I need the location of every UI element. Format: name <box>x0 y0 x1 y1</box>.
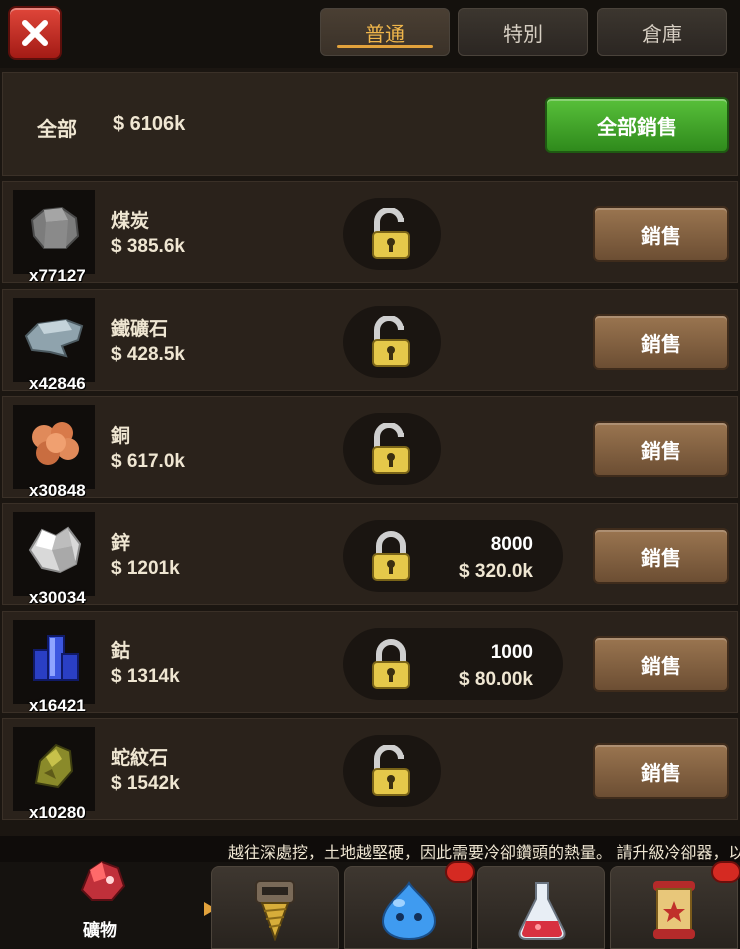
item-row-iron-ore: x42846 鐵礦石 $ 428.5k 銷售 <box>2 289 738 393</box>
drill-icon <box>255 880 295 941</box>
item-count: x16421 <box>29 696 86 715</box>
top-bar: 普通 特別 倉庫 <box>0 0 740 68</box>
iron-ore-icon <box>24 318 84 358</box>
item-row-cobalt: x16421 鈷 $ 1314k 1000 $ 80.00k 銷售 <box>2 611 738 715</box>
tab-normal-label: 普通 <box>365 23 405 46</box>
item-count: x30848 <box>29 481 86 500</box>
sell-button[interactable]: 銷售 <box>593 743 729 799</box>
item-count: x77127 <box>29 266 86 285</box>
notification-badge <box>445 861 475 883</box>
sell-button[interactable]: 銷售 <box>593 636 729 692</box>
close-button[interactable] <box>8 6 62 60</box>
nav-tab-minerals[interactable]: 礦物 <box>0 860 216 949</box>
unlocked-padlock-icon <box>372 745 410 796</box>
item-icon-box: x30848 <box>13 405 95 500</box>
item-row-coal: x77127 煤炭 $ 385.6k 銷售 <box>2 181 738 285</box>
sell-all-button[interactable]: 全部銷售 <box>545 97 729 153</box>
item-count: x10280 <box>29 803 86 822</box>
unlocked-padlock-icon <box>372 423 410 474</box>
minerals-icon <box>80 860 126 901</box>
lock-toggle[interactable] <box>343 735 441 807</box>
nav-tab-slime[interactable] <box>344 861 475 949</box>
ticker-text: 越往深處挖，土地越堅硬，因此需要冷卻鑽頭的熱量。 請升級冷卻器，以 <box>228 845 740 862</box>
item-icon-box: x30034 <box>13 512 95 607</box>
unlocked-padlock-icon <box>372 208 410 259</box>
sell-button[interactable]: 銷售 <box>593 314 729 370</box>
item-icon-box: x77127 <box>13 190 95 285</box>
locked-padlock-icon <box>372 639 410 689</box>
tab-special-label: 特別 <box>503 23 543 46</box>
copper-icon <box>32 422 79 465</box>
item-row-copper: x30848 銅 $ 617.0k 銷售 <box>2 396 738 500</box>
item-price: $ 617.0k <box>111 451 185 472</box>
potion-flask-icon <box>518 882 566 940</box>
zinc-icon <box>28 526 82 574</box>
slime-icon <box>381 881 437 941</box>
nav-tab-scroll[interactable] <box>610 861 740 949</box>
lock-threshold-value: $ 80.00k <box>459 669 533 690</box>
tab-warehouse-label: 倉庫 <box>642 23 682 46</box>
bottom-nav: 礦物 <box>0 860 740 949</box>
nav-tab-drill[interactable] <box>211 866 339 949</box>
tab-special[interactable]: 特別 <box>458 8 588 56</box>
item-icon-box: x42846 <box>13 298 95 393</box>
item-count: x30034 <box>29 588 86 607</box>
sell-button[interactable]: 銷售 <box>593 528 729 584</box>
item-row-zinc: x30034 鋅 $ 1201k 8000 $ 320.0k 銷售 <box>2 503 738 607</box>
notification-badge <box>711 861 740 883</box>
locked-padlock-icon <box>372 531 410 581</box>
nav-tab-minerals-label: 礦物 <box>83 921 117 940</box>
item-count: x42846 <box>29 374 86 393</box>
lock-toggle[interactable] <box>343 413 441 485</box>
item-price: $ 1201k <box>111 558 180 579</box>
item-price: $ 1542k <box>111 773 180 794</box>
lock-toggle[interactable]: 1000 $ 80.00k <box>343 628 563 700</box>
tab-warehouse[interactable]: 倉庫 <box>597 8 727 56</box>
close-x-icon <box>22 20 48 46</box>
serpentine-icon <box>34 743 74 789</box>
item-name: 鈷 <box>111 641 131 662</box>
sell-button[interactable]: 銷售 <box>593 206 729 262</box>
tab-active-underline <box>337 45 433 48</box>
item-name: 煤炭 <box>111 211 150 232</box>
cobalt-icon <box>33 635 79 681</box>
summary-label: 全部 <box>37 119 77 141</box>
lock-toggle[interactable] <box>343 198 441 270</box>
lock-toggle[interactable] <box>343 306 441 378</box>
item-icon-box: x16421 <box>13 620 95 715</box>
summary-total-value: $ 6106k <box>113 113 186 135</box>
item-name: 鐵礦石 <box>111 319 169 340</box>
item-icon-box: x10280 <box>13 727 95 822</box>
item-price: $ 1314k <box>111 666 180 687</box>
scroll-banner-icon <box>653 881 695 939</box>
lock-threshold-value: $ 320.0k <box>459 561 533 582</box>
unlocked-padlock-icon <box>372 316 410 367</box>
item-name: 鋅 <box>111 533 131 554</box>
coal-icon <box>30 206 80 249</box>
sell-button[interactable]: 銷售 <box>593 421 729 477</box>
item-name: 銅 <box>111 426 131 447</box>
item-name: 蛇紋石 <box>111 748 169 769</box>
lock-threshold-qty: 1000 <box>490 642 533 663</box>
nav-tab-potion[interactable] <box>477 866 605 949</box>
tab-normal[interactable]: 普通 <box>320 8 450 56</box>
item-price: $ 385.6k <box>111 236 185 257</box>
item-price: $ 428.5k <box>111 344 185 365</box>
item-row-serpentine: x10280 蛇紋石 $ 1542k 銷售 <box>2 718 738 822</box>
summary-row: 全部 $ 6106k 全部銷售 <box>2 72 738 176</box>
lock-threshold-qty: 8000 <box>490 534 533 555</box>
lock-toggle[interactable]: 8000 $ 320.0k <box>343 520 563 592</box>
